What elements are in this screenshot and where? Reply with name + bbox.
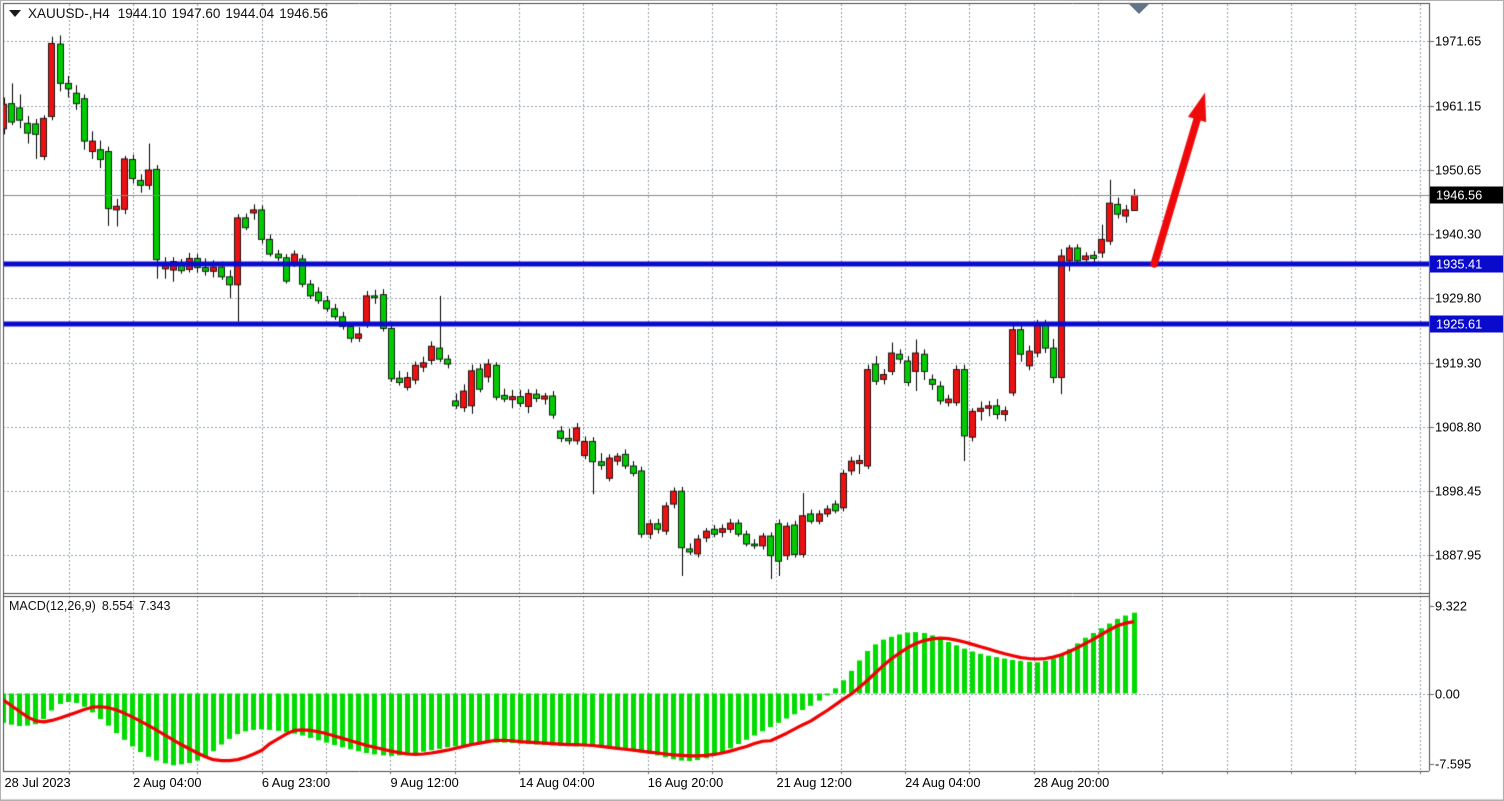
ohlc-high-value: 1947.60 [172,6,221,21]
macd-signal-value: 7.343 [139,599,170,613]
time-tick-label: 16 Aug 20:00 [648,775,723,790]
macd-tick-label: -7.595 [1435,757,1471,772]
time-tick-label: 14 Aug 04:00 [519,775,594,790]
macd-main-value: 8.554 [102,599,133,613]
price-tick-label: 1898.45 [1435,483,1481,498]
price-tick-label: 1971.65 [1435,34,1481,49]
price-tick-label: 1887.95 [1435,548,1481,563]
symbol-period-label: XAUUSD-,H4 [28,6,110,21]
chart-canvas[interactable] [1,1,1504,801]
ohlc-close-value: 1946.56 [279,6,328,21]
price-tick-label: 1940.30 [1435,226,1481,241]
price-tick-label: 1929.80 [1435,291,1481,306]
price-tick-label: 1961.15 [1435,98,1481,113]
ohlc-low-value: 1944.04 [225,6,274,21]
macd-name-label: MACD(12,26,9) [9,599,96,613]
macd-indicator-label: MACD(12,26,9) 8.554 7.343 [9,599,176,613]
scroll-to-end-marker-icon[interactable] [1129,4,1149,14]
price-tick-label: 1950.65 [1435,163,1481,178]
time-tick-label: 9 Aug 12:00 [390,775,458,790]
level-price-badge: 1925.61 [1430,316,1503,333]
time-tick-label: 6 Aug 23:00 [262,775,330,790]
ohlc-open-value: 1944.10 [118,6,167,21]
chart-title: XAUUSD-,H4 1944.10 1947.60 1944.04 1946.56 [9,6,328,21]
time-tick-label: 28 Jul 2023 [5,775,71,790]
chart-window: XAUUSD-,H4 1944.10 1947.60 1944.04 1946.56 M… [0,0,1504,801]
level-price-badge: 1935.41 [1430,255,1503,272]
price-tick-label: 1908.80 [1435,420,1481,435]
macd-tick-label: 0.00 [1435,686,1460,701]
time-tick-label: 21 Aug 12:00 [776,775,851,790]
time-tick-label: 28 Aug 20:00 [1034,775,1109,790]
time-tick-label: 2 Aug 04:00 [133,775,201,790]
current-price-badge: 1946.56 [1430,187,1503,204]
macd-tick-label: 9.322 [1435,599,1467,614]
symbol-dropdown-icon[interactable] [9,10,21,17]
time-tick-label: 24 Aug 04:00 [905,775,980,790]
price-tick-label: 1919.30 [1435,355,1481,370]
